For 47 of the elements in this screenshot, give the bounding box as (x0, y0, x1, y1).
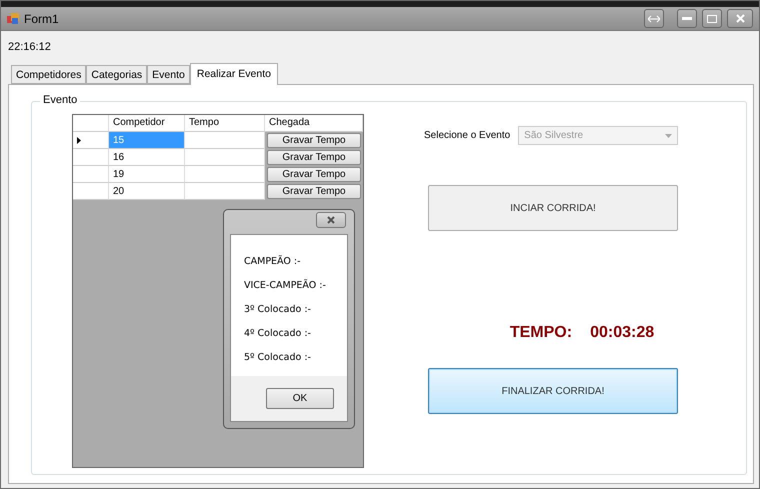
column-header: Tempo (185, 115, 265, 132)
minimize-button[interactable] (677, 9, 697, 28)
close-button[interactable] (727, 9, 753, 28)
double-arrow-icon (648, 14, 660, 22)
close-icon (327, 216, 335, 224)
close-icon (736, 14, 744, 23)
record-time-button[interactable]: Gravar Tempo (267, 150, 361, 165)
row-header-cell[interactable] (73, 183, 109, 200)
event-label: Selecione o Evento (424, 130, 510, 141)
finish-button[interactable]: FINALIZAR CORRIDA! (428, 368, 678, 414)
table-cell: 19 (109, 166, 185, 183)
column-header: Competidor (109, 115, 185, 132)
dropdown-arrow-icon (665, 134, 672, 138)
result-label: 4º Colocado :- (244, 328, 312, 339)
group-title: Evento (40, 94, 80, 106)
tab[interactable]: Evento (147, 65, 190, 84)
row-header-cell[interactable] (73, 149, 109, 166)
app-icon (7, 12, 19, 24)
record-time-button[interactable]: Gravar Tempo (267, 133, 361, 148)
result-label: 5º Colocado :- (244, 352, 312, 363)
tab[interactable]: Categorias (86, 65, 148, 84)
timer-value: 00:03:28 (590, 324, 654, 342)
table-cell: 16 (109, 149, 185, 166)
row-header-cell[interactable] (73, 132, 109, 149)
table-cell: 15 (109, 132, 185, 149)
column-header: Chegada (265, 115, 363, 132)
maximize-button[interactable] (702, 9, 722, 28)
record-time-button[interactable]: Gravar Tempo (267, 184, 361, 199)
minimize-icon (682, 16, 692, 20)
record-time-button[interactable]: Gravar Tempo (267, 167, 361, 182)
resize-button[interactable] (644, 9, 664, 28)
clock-label: 22:16:12 (8, 41, 51, 53)
tab[interactable]: Competidores (11, 65, 86, 84)
result-label: 3º Colocado :- (244, 304, 312, 315)
row-header-cell[interactable] (73, 166, 109, 183)
row-header-cell (73, 115, 109, 132)
window-title: Form1 (24, 12, 60, 26)
maximize-icon (707, 14, 717, 22)
table-cell: 20 (109, 183, 185, 200)
ok-button[interactable]: OK (266, 388, 334, 409)
row-pointer-icon (77, 136, 81, 144)
result-label: VICE-CAMPEÃO :- (244, 280, 327, 291)
tab[interactable]: Realizar Evento (190, 63, 278, 85)
timer-label: TEMPO: (510, 324, 572, 342)
result-label: CAMPEÃO :- (244, 256, 302, 267)
start-button[interactable]: INCIAR CORRIDA! (428, 185, 678, 231)
close-button[interactable] (316, 212, 346, 228)
